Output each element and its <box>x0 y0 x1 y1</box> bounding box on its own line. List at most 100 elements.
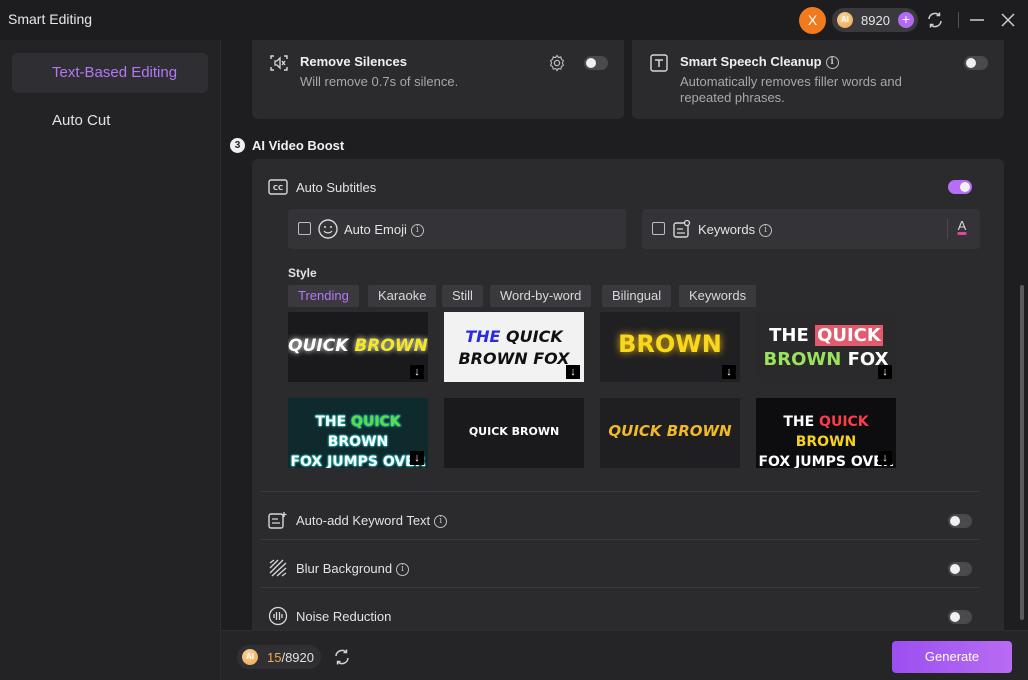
ai-coin-icon: AI <box>242 649 258 665</box>
keywords-label-text: Keywords <box>698 222 756 237</box>
section-divider <box>260 539 980 540</box>
info-icon[interactable]: i <box>410 224 424 238</box>
style-thumbnail[interactable]: BROWN ↓ <box>600 312 740 382</box>
thumb-word-quick: QUICK <box>819 414 869 430</box>
thumb-word-the: THE <box>465 327 501 346</box>
tab-trending[interactable]: Trending <box>288 285 359 307</box>
ai-video-boost-card: CC Auto Subtitles Auto Emoji i Keywords i <box>252 159 1004 630</box>
thumb-text: THE QUICK BROWN FOX JUMPS OVER <box>758 414 894 468</box>
sidebar: Text-Based Editing Auto Cut <box>0 40 221 680</box>
remove-silences-card: Remove Silences Will remove 0.7s of sile… <box>252 40 624 119</box>
keyword-color-picker[interactable]: A <box>955 218 969 233</box>
speech-cleanup-title-text: Smart Speech Cleanup <box>680 54 822 69</box>
add-credits-button[interactable]: + <box>898 12 914 28</box>
remove-silences-desc: Will remove 0.7s of silence. <box>300 74 459 89</box>
style-thumbnail[interactable]: QUICK BROWN <box>600 398 740 468</box>
style-label: Style <box>288 266 317 280</box>
style-thumbnail[interactable]: THE QUICK BROWN FOX JUMPS OVER ↓ <box>288 398 428 468</box>
style-thumbnail[interactable]: QUICK BROWN <box>444 398 584 468</box>
auto-emoji-label: Auto Emoji i <box>344 222 424 238</box>
thumb-text: QUICK BROWN <box>608 422 732 440</box>
noise-reduction-toggle[interactable] <box>948 610 972 624</box>
speech-cleanup-title: Smart Speech Cleanup i <box>680 54 839 70</box>
download-icon[interactable]: ↓ <box>878 451 892 465</box>
speech-cleanup-desc-2: repeated phrases. <box>680 90 785 105</box>
remove-silences-title: Remove Silences <box>300 54 407 69</box>
auto-emoji-option[interactable]: Auto Emoji i <box>288 209 626 249</box>
credits-badge[interactable]: AI 8920 + <box>832 8 918 32</box>
credits-count: 8920 <box>861 13 890 28</box>
tab-keywords[interactable]: Keywords <box>679 285 757 307</box>
download-icon[interactable]: ↓ <box>410 451 424 465</box>
blur-background-toggle[interactable] <box>948 562 972 576</box>
thumb-word-brown: BROWN <box>795 434 857 450</box>
thumb-text: THE QUICK BROWN FOX <box>763 325 889 370</box>
keywords-label: Keywords i <box>698 222 773 238</box>
auto-emoji-checkbox[interactable] <box>298 222 311 235</box>
tab-still[interactable]: Still <box>442 285 483 307</box>
remove-silences-toggle[interactable] <box>584 56 608 70</box>
credit-cost-badge: AI 15/8920 <box>237 645 321 669</box>
auto-keyword-text-label-text: Auto-add Keyword Text <box>296 513 431 528</box>
main-panel: Remove Silences Will remove 0.7s of sile… <box>221 40 1028 630</box>
thumb-text: QUICK BROWN <box>468 425 560 438</box>
style-thumbnail[interactable]: THE QUICK BROWN FOX JUMPS OVER ↓ <box>756 398 896 468</box>
thumb-word-quick: QUICK <box>288 336 355 356</box>
thumb-word-brown: BROWN <box>763 349 842 370</box>
sidebar-item-auto-cut[interactable]: Auto Cut <box>12 101 208 141</box>
generate-button[interactable]: Generate <box>892 641 1012 673</box>
auto-keyword-text-label: Auto-add Keyword Text i <box>296 513 448 529</box>
style-thumbnail[interactable]: QUICK BROWN ↓ <box>288 312 428 382</box>
gear-icon[interactable] <box>548 54 566 72</box>
blur-background-label-text: Blur Background <box>296 561 393 576</box>
credits-used: 15 <box>267 650 282 665</box>
auto-emoji-label-text: Auto Emoji <box>344 222 407 237</box>
close-icon[interactable] <box>998 10 1018 30</box>
info-icon[interactable]: i <box>396 563 410 577</box>
refresh-icon[interactable] <box>332 647 352 667</box>
text-cleanup-icon <box>650 54 668 72</box>
ai-coin-icon: AI <box>837 12 853 28</box>
svg-text:CC: CC <box>273 184 283 192</box>
download-icon[interactable]: ↓ <box>566 365 580 379</box>
user-avatar[interactable]: X <box>799 7 826 34</box>
thumb-text: THE QUICK BROWN FOX JUMPS OVER <box>290 414 426 468</box>
speech-cleanup-toggle[interactable] <box>964 56 988 70</box>
sidebar-item-text-based-editing[interactable]: Text-Based Editing <box>12 53 208 93</box>
tab-word-by-word[interactable]: Word-by-word <box>490 285 592 307</box>
style-thumbnail[interactable]: THE QUICK BROWN FOX ↓ <box>756 312 896 382</box>
info-icon[interactable]: i <box>759 224 773 238</box>
sync-icon[interactable] <box>925 10 945 30</box>
style-thumbnail[interactable]: THE QUICK BROWN FOX ↓ <box>444 312 584 382</box>
noise-reduction-icon <box>268 606 288 626</box>
thumb-word-brown: BROWN <box>354 336 428 356</box>
download-icon[interactable]: ↓ <box>722 365 736 379</box>
thumb-text: BROWN <box>618 330 722 358</box>
thumb-word-quick: QUICK <box>351 414 401 430</box>
keyword-text-icon <box>268 512 287 529</box>
auto-subtitles-toggle[interactable] <box>948 180 972 194</box>
blur-background-label: Blur Background i <box>296 561 410 577</box>
blur-icon <box>269 559 287 577</box>
title-bar: Smart Editing X AI 8920 + <box>0 0 1028 40</box>
scrollbar[interactable] <box>1020 285 1024 620</box>
thumb-word-quick: QUICK <box>815 325 883 346</box>
tab-bilingual[interactable]: Bilingual <box>602 285 672 307</box>
style-tabs: Trending Karaoke Still Word-by-word Bili… <box>288 285 808 307</box>
section-divider <box>260 491 980 492</box>
info-icon[interactable]: i <box>825 56 839 70</box>
keywords-option[interactable]: Keywords i A <box>642 209 980 249</box>
info-icon[interactable]: i <box>434 515 448 529</box>
keywords-icon <box>673 219 691 238</box>
keywords-checkbox[interactable] <box>652 222 665 235</box>
download-icon[interactable]: ↓ <box>410 365 424 379</box>
noise-reduction-label: Noise Reduction <box>296 609 392 624</box>
auto-keyword-text-toggle[interactable] <box>948 514 972 528</box>
download-icon[interactable]: ↓ <box>878 365 892 379</box>
credit-cost-text: 15/8920 <box>267 650 314 665</box>
silence-icon <box>270 55 288 71</box>
keywords-divider <box>947 219 948 239</box>
minimize-icon[interactable] <box>967 10 987 30</box>
tab-karaoke[interactable]: Karaoke <box>368 285 437 307</box>
smiley-icon <box>318 219 338 239</box>
